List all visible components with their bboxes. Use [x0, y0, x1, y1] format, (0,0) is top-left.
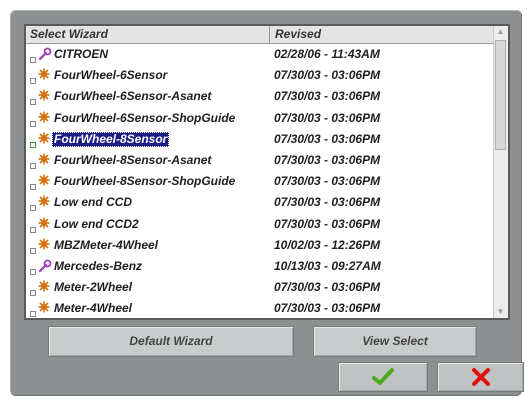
wheel-icon [38, 217, 52, 232]
wizard-revised: 02/28/06 - 11:43AM [274, 47, 380, 61]
list-item[interactable]: FourWheel-6Sensor 07/30/03 - 03:06PM [26, 65, 494, 86]
list-item[interactable]: FourWheel-8Sensor-Asanet 07/30/03 - 03:06… [26, 150, 494, 171]
tree-expander-icon [30, 141, 36, 148]
tree-expander-icon [30, 78, 36, 85]
scroll-thumb[interactable] [495, 40, 506, 150]
tree-expander-icon [30, 311, 36, 318]
wheel-icon [38, 153, 52, 168]
ok-button[interactable] [338, 362, 428, 392]
wizard-revised: 07/30/03 - 03:06PM [274, 89, 381, 104]
tree-expander-icon [30, 99, 36, 106]
list-item[interactable]: FourWheel-6Sensor-ShopGuide 07/30/03 - 03… [26, 108, 494, 129]
tree-expander-icon [30, 184, 36, 191]
x-icon [471, 368, 490, 386]
wizard-revised: 07/30/03 - 03:06PM [274, 131, 381, 146]
wizard-name: Mercedes-Benz [54, 258, 143, 273]
wizard-name: FourWheel-8Sensor [52, 131, 170, 147]
tree-expander-icon [30, 57, 36, 63]
tree-expander-icon [30, 290, 36, 297]
wizard-revised: 07/30/03 - 03:06PM [274, 68, 381, 83]
wizard-revised: 07/30/03 - 03:06PM [274, 110, 381, 125]
tree-expander-icon [30, 120, 36, 127]
tree-expander-icon [30, 205, 36, 212]
wizard-listbox[interactable]: Select Wizard Revised CITROEN 02/28/06 - … [24, 24, 510, 320]
wizard-name: FourWheel-6Sensor-ShopGuide [54, 110, 236, 125]
wheel-icon [38, 174, 52, 189]
list-item[interactable]: FourWheel-8Sensor 07/30/03 - 03:06PM [26, 129, 494, 150]
wrench-icon [38, 259, 52, 274]
default-wizard-button[interactable]: Default Wizard [48, 326, 294, 357]
list-item[interactable]: FourWheel-6Sensor-Asanet 07/30/03 - 03:06… [26, 86, 494, 107]
wizard-name: Meter-4Wheel [54, 301, 133, 316]
wizard-revised: 10/02/03 - 12:26PM [274, 237, 381, 252]
tree-expander-icon [30, 226, 36, 233]
tree-expander-icon [30, 162, 36, 169]
cancel-button[interactable] [437, 362, 524, 392]
wizard-name: CITROEN [54, 47, 108, 61]
column-header-select-wizard[interactable]: Select Wizard [26, 26, 270, 43]
wizard-name: Low end CCD2 [54, 216, 139, 231]
wizard-rows: CITROEN 02/28/06 - 11:43AM FourWheel-6Sens… [26, 44, 494, 318]
wizard-name: FourWheel-8Sensor-ShopGuide [54, 174, 236, 189]
tree-expander-icon [30, 247, 36, 254]
wheel-icon [38, 301, 52, 316]
column-header-revised[interactable]: Revised [271, 26, 494, 43]
scroll-up-icon[interactable]: ▲ [494, 26, 507, 38]
wheel-icon [38, 280, 52, 295]
wizard-name: Meter-2Wheel [54, 280, 133, 295]
screen: Select Wizard Revised CITROEN 02/28/06 - … [0, 0, 530, 403]
wizard-revised: 07/30/03 - 03:06PM [274, 280, 381, 295]
wizard-revised: 07/30/03 - 03:06PM [274, 216, 381, 231]
wheel-icon [38, 111, 52, 126]
list-item[interactable]: CITROEN 02/28/06 - 11:43AM [26, 44, 494, 65]
wheel-icon [38, 68, 52, 83]
view-select-button[interactable]: View Select [313, 326, 477, 357]
list-item[interactable]: Meter-2Wheel 07/30/03 - 03:06PM [26, 277, 494, 298]
wheel-icon [38, 132, 52, 147]
wizard-revised: 07/30/03 - 03:06PM [274, 195, 381, 210]
wizard-name: FourWheel-8Sensor-Asanet [54, 152, 212, 167]
list-item[interactable]: FourWheel-8Sensor-ShopGuide 07/30/03 - 03… [26, 171, 494, 192]
wizard-revised: 07/30/03 - 03:06PM [274, 301, 381, 316]
list-item[interactable]: Low end CCD2 07/30/03 - 03:06PM [26, 214, 494, 235]
wizard-revised: 10/13/03 - 09:27AM [274, 258, 381, 273]
wizard-revised: 07/30/03 - 03:06PM [274, 174, 381, 189]
vertical-scrollbar[interactable]: ▲ ▼ [493, 26, 508, 318]
wheel-icon [38, 195, 52, 210]
wizard-name: FourWheel-6Sensor-Asanet [54, 89, 212, 104]
checkmark-icon [372, 368, 394, 385]
wizard-name: MBZMeter-4Wheel [54, 237, 159, 252]
wrench-icon [38, 47, 52, 62]
wizard-name: FourWheel-6Sensor [54, 68, 168, 83]
list-item[interactable]: Mercedes-Benz 10/13/03 - 09:27AM [26, 256, 494, 277]
wizard-revised: 07/30/03 - 03:06PM [274, 152, 381, 167]
list-header: Select Wizard Revised [26, 26, 494, 44]
scroll-down-icon[interactable]: ▼ [494, 306, 507, 318]
wheel-icon [38, 89, 52, 104]
list-item[interactable]: Meter-4Wheel 07/30/03 - 03:06PM [26, 298, 494, 318]
wizard-name: Low end CCD [54, 195, 132, 210]
wheel-icon [38, 238, 52, 253]
list-item[interactable]: Low end CCD 07/30/03 - 03:06PM [26, 192, 494, 213]
list-item[interactable]: MBZMeter-4Wheel 10/02/03 - 12:26PM [26, 235, 494, 256]
tree-expander-icon [30, 268, 36, 275]
